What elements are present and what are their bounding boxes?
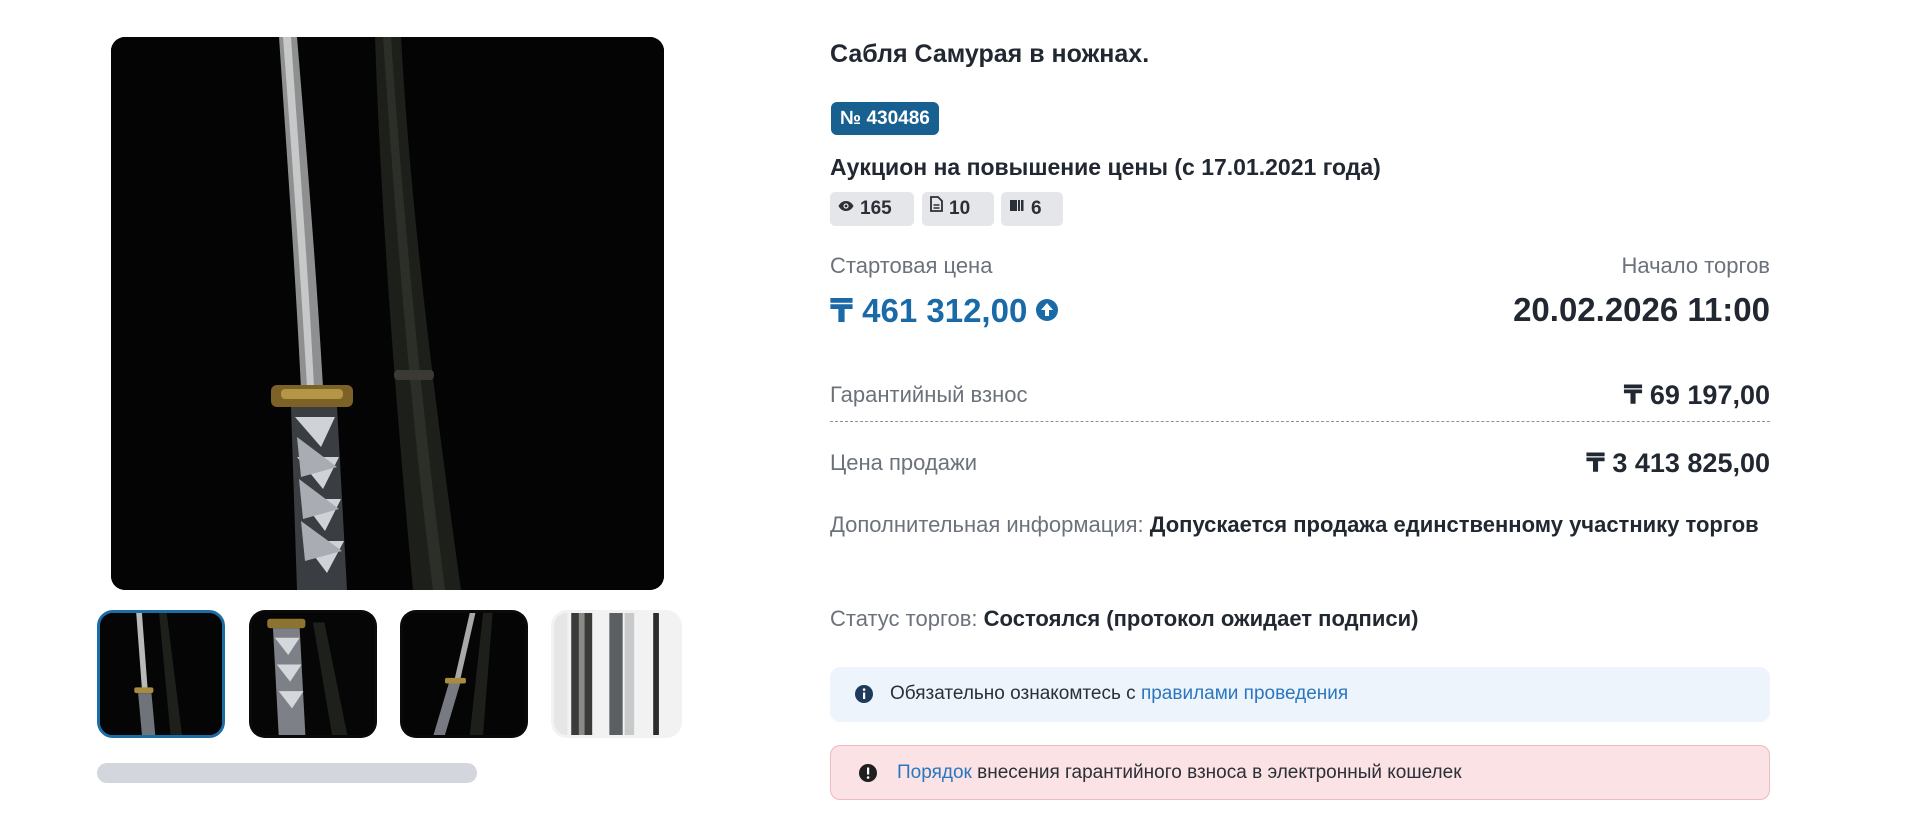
rules-notice-text: Обязательно ознакомтесь с правилами пров… (890, 683, 1348, 705)
info-icon (854, 684, 874, 710)
thumbnail-sword-image (252, 613, 374, 735)
rules-link[interactable]: правилами проведения (1141, 683, 1348, 704)
additional-info-label: Дополнительная информация: (830, 512, 1144, 537)
status-label: Статус торгов: (830, 606, 978, 631)
additional-info: Дополнительная информация: Допускается п… (830, 504, 1770, 546)
auction-status: Статус торгов: Состоялся (протокол ожида… (830, 606, 1418, 632)
sale-price-label: Цена продажи (830, 450, 977, 475)
sale-price-row: Цена продажи ₸ 3 413 825,00 (830, 438, 1770, 490)
eye-icon (838, 190, 854, 224)
start-price-value: ₸ 461 312,00 (830, 292, 1028, 329)
thumbnail-strip (97, 610, 682, 740)
sale-price-value: ₸ 3 413 825,00 (1586, 448, 1770, 478)
deposit-procedure-text: Порядок внесения гарантийного взноса в э… (897, 762, 1462, 784)
thumbnail-sword-image (100, 613, 222, 735)
alert-icon (858, 763, 878, 789)
views-count: 165 (860, 198, 892, 219)
sword-photo (111, 37, 664, 590)
main-product-photo[interactable] (111, 37, 664, 590)
trade-start-value: 20.02.2026 11:00 (1513, 291, 1770, 328)
thumbnail-scrollbar[interactable] (97, 763, 477, 783)
rules-notice: Обязательно ознакомтесь с правилами пров… (830, 667, 1770, 722)
auction-type: Аукцион на повышение цены (с 17.01.2021 … (830, 154, 1381, 180)
rules-notice-prefix: Обязательно ознакомтесь с (890, 683, 1136, 704)
start-price-label: Стартовая цена (830, 253, 993, 278)
gavel-icon (1009, 190, 1025, 224)
lot-title: Сабля Самурая в ножнах. (830, 40, 1150, 68)
views-counter: 165 (830, 192, 914, 226)
deposit-row: Гарантийный взнос ₸ 69 197,00 (830, 370, 1770, 422)
deposit-procedure-suffix: внесения гарантийного взноса в электронн… (977, 762, 1462, 783)
thumbnail-2[interactable] (249, 610, 377, 738)
status-value: Состоялся (протокол ожидает подписи) (983, 606, 1419, 631)
deposit-value: ₸ 69 197,00 (1623, 380, 1770, 410)
documents-counter: 10 (922, 192, 994, 226)
deposit-label: Гарантийный взнос (830, 382, 1028, 407)
deposit-procedure-notice: Порядок внесения гарантийного взноса в э… (830, 745, 1770, 800)
bids-counter: 6 (1001, 192, 1063, 226)
lot-info-panel: Сабля Самурая в ножнах. № 430486 Аукцион… (830, 0, 1770, 822)
thumbnail-4[interactable] (551, 610, 682, 738)
lot-number-badge: № 430486 (831, 102, 939, 135)
trade-start-label: Начало торгов (1621, 253, 1770, 278)
start-price-row: ₸ 461 312,00 (830, 291, 1059, 330)
thumbnail-3[interactable] (400, 610, 528, 738)
arrow-up-circle-icon[interactable] (1035, 292, 1059, 330)
procedure-link[interactable]: Порядок (897, 762, 972, 783)
document-icon (930, 190, 943, 224)
bids-count: 6 (1031, 198, 1042, 219)
additional-info-value: Допускается продажа единственному участн… (1149, 512, 1759, 537)
thumbnail-1[interactable] (97, 610, 225, 738)
thumbnail-sword-image (554, 613, 679, 735)
documents-count: 10 (949, 198, 971, 219)
thumbnail-sword-image (403, 613, 525, 735)
